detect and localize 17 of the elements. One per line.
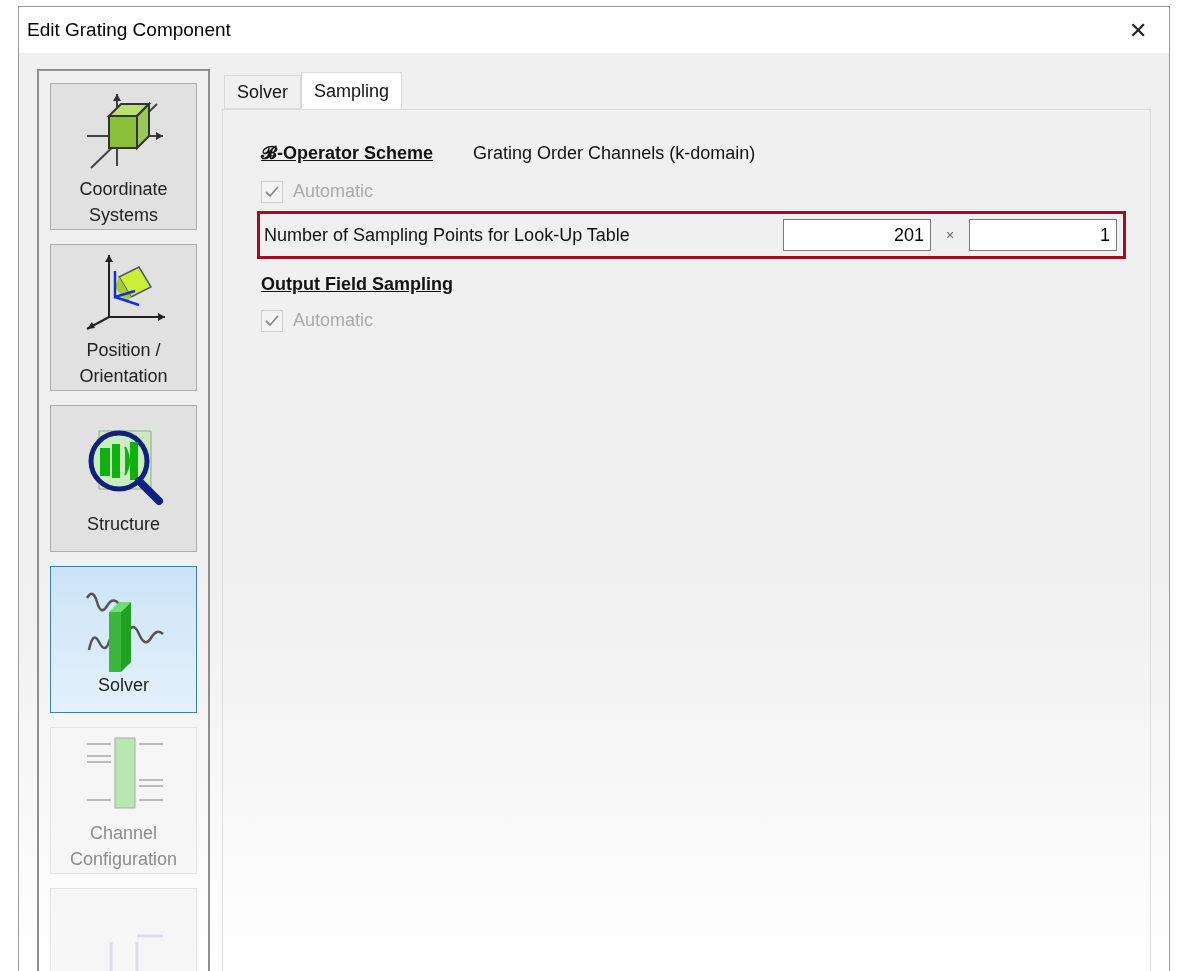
section-heading: 𝓑-Operator Scheme [261, 141, 434, 165]
field-label: Number of Sampling Points for Look-Up Table [264, 223, 631, 247]
checkbox-label: Automatic [293, 180, 374, 203]
scheme-value: Grating Order Channels (k-domain) [473, 141, 756, 165]
x-points-field[interactable]: 201 [783, 219, 931, 251]
close-button[interactable]: ✕ [1121, 13, 1155, 47]
tab[interactable]: Solver [224, 75, 302, 109]
checkbox-label: Automatic [293, 309, 374, 332]
times-sign: × [944, 225, 956, 245]
sidebar-item[interactable]: Solver [50, 566, 197, 713]
sidebar-item[interactable]: Position / Orientation [50, 244, 197, 391]
window-title: Edit Grating Component [27, 17, 231, 42]
tab[interactable]: Sampling [301, 72, 403, 110]
section-heading: Output Field Sampling [261, 272, 453, 296]
sidebar-item[interactable]: Structure [50, 405, 197, 552]
sidebar-item[interactable]: Coordinate Systems [50, 83, 197, 230]
y-points-field[interactable]: 1 [969, 219, 1117, 251]
